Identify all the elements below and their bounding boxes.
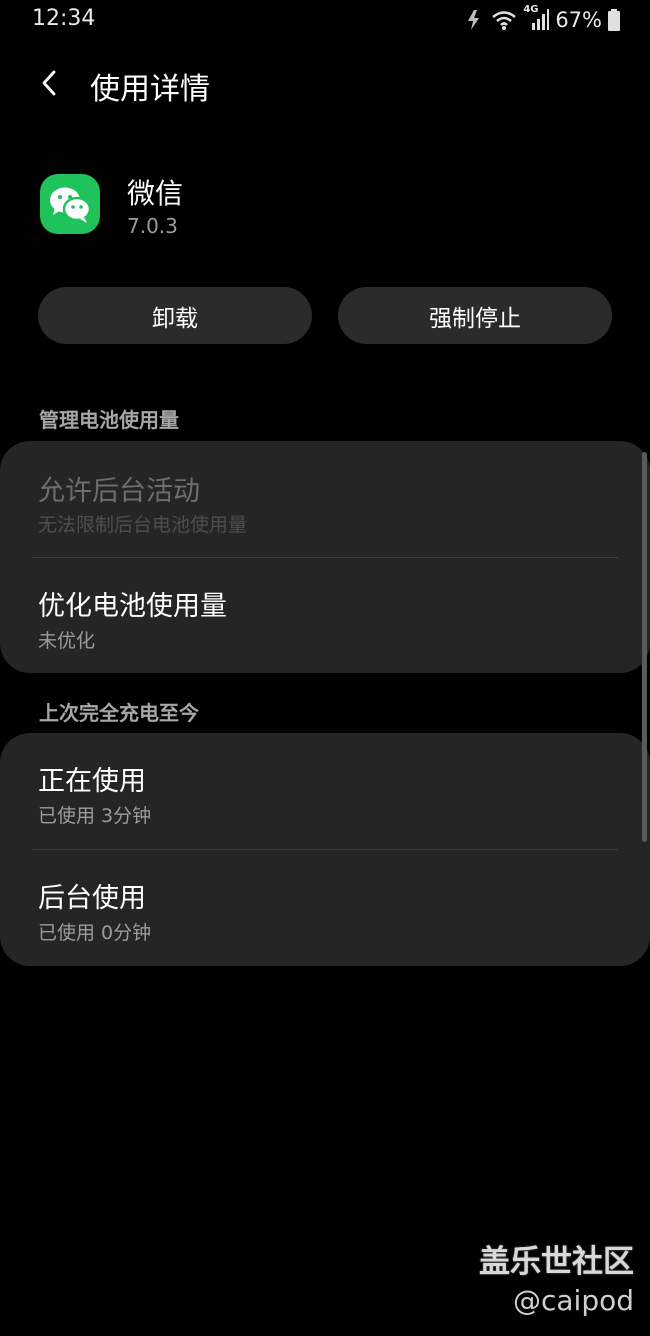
wifi-icon: [491, 9, 517, 31]
item-title: 正在使用: [38, 766, 146, 797]
optimize-battery-item[interactable]: 优化电池使用量 未优化: [38, 558, 618, 674]
force-stop-button[interactable]: 强制停止: [338, 287, 612, 344]
status-time: 12:34: [32, 6, 96, 31]
app-name: 微信: [127, 177, 184, 210]
back-arrow-icon[interactable]: [36, 68, 66, 98]
app-info: 微信 7.0.3: [40, 172, 610, 242]
wechat-icon: [40, 174, 100, 234]
battery-section-heading: 管理电池使用量: [39, 408, 179, 432]
item-subtitle: 已使用 0分钟: [38, 922, 152, 944]
allow-background-activity-item[interactable]: 允许后台活动 无法限制后台电池使用量: [38, 441, 618, 557]
usage-card: 正在使用 已使用 3分钟 后台使用 已使用 0分钟: [0, 733, 650, 966]
app-version: 7.0.3: [127, 214, 178, 238]
charging-icon: [465, 9, 485, 31]
status-icons: 4G 67%: [465, 4, 620, 34]
item-title: 允许后台活动: [38, 476, 200, 507]
background-usage-item[interactable]: 后台使用 已使用 0分钟: [38, 850, 618, 966]
watermark-handle: @caipod: [512, 1284, 634, 1317]
page-title: 使用详情: [90, 72, 210, 107]
item-subtitle: 无法限制后台电池使用量: [38, 514, 248, 536]
signal-icon: 4G: [523, 4, 550, 32]
uninstall-button[interactable]: 卸载: [38, 287, 312, 344]
battery-settings-card: 允许后台活动 无法限制后台电池使用量 优化电池使用量 未优化: [0, 441, 650, 673]
foreground-usage-item[interactable]: 正在使用 已使用 3分钟: [38, 733, 618, 849]
status-bar: 12:34 4G 67%: [0, 0, 650, 40]
battery-icon: [608, 9, 620, 31]
scrollbar[interactable]: [642, 452, 647, 842]
network-type-label: 4G: [523, 4, 539, 15]
item-subtitle: 已使用 3分钟: [38, 805, 152, 827]
app-bar: 使用详情: [0, 56, 650, 112]
item-title: 优化电池使用量: [38, 591, 227, 622]
item-subtitle: 未优化: [38, 630, 96, 652]
watermark-title: 盖乐世社区: [479, 1244, 634, 1280]
battery-percent: 67%: [555, 8, 602, 32]
item-title: 后台使用: [38, 883, 146, 914]
usage-section-heading: 上次完全充电至今: [39, 701, 199, 725]
